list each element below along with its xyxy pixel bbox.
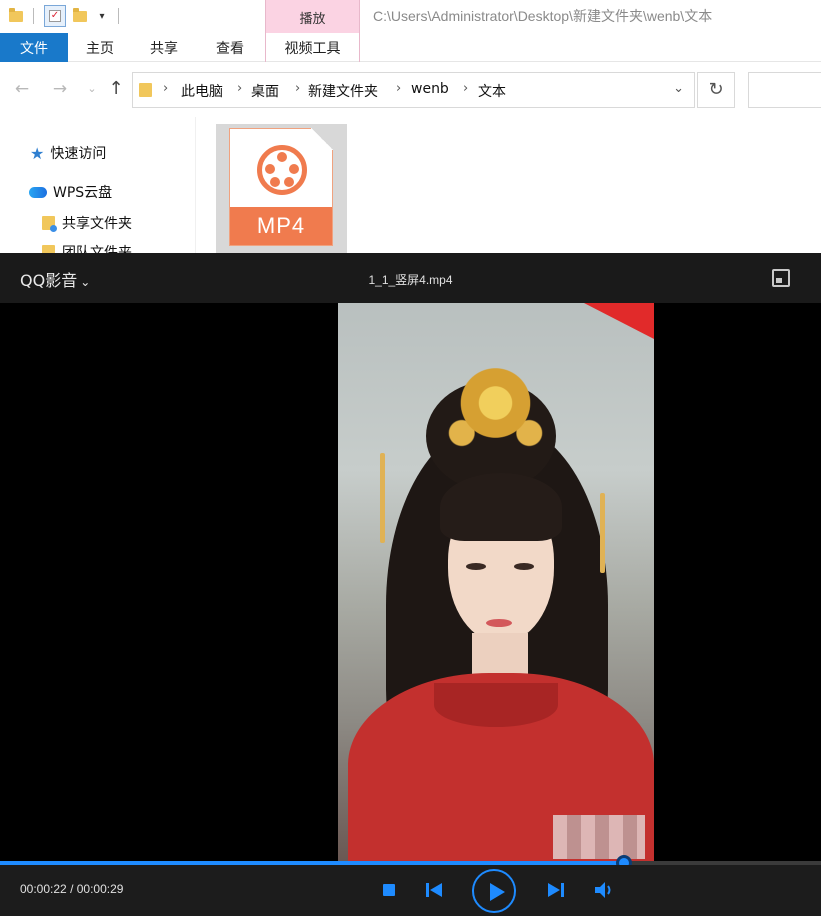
video-lips bbox=[486, 619, 512, 627]
video-background-umbrella bbox=[584, 303, 654, 339]
chevron-right-icon[interactable]: › bbox=[295, 81, 300, 96]
sidebar-item-label: 共享文件夹 bbox=[62, 216, 132, 232]
time-current: 00:00:22 bbox=[20, 882, 67, 896]
chevron-right-icon[interactable]: › bbox=[163, 81, 168, 96]
toolbar-divider bbox=[118, 8, 119, 24]
video-eye bbox=[466, 563, 486, 570]
navigation-bar: ← → ⌄ ↑ › 此电脑 › 桌面 › 新建文件夹 › wenb › 文本 ⌄… bbox=[0, 62, 821, 117]
file-item-mp4[interactable]: MP4 bbox=[216, 124, 347, 254]
video-frame[interactable] bbox=[338, 303, 654, 861]
screen: ✓ ▾ 播放 C:\Users\Administrator\Desktop\新建… bbox=[0, 0, 821, 916]
time-total: 00:00:29 bbox=[76, 882, 124, 896]
tab-home[interactable]: 主页 bbox=[72, 33, 128, 62]
next-button[interactable] bbox=[546, 877, 566, 903]
video-player-window: QQ影音 ⌄ 1_1_竖屏4.mp4 00:00:22 / 00:00:29 bbox=[0, 253, 821, 916]
properties-checkbox-icon[interactable]: ✓ bbox=[43, 5, 67, 27]
playback-time: 00:00:22 / 00:00:29 bbox=[20, 882, 123, 896]
chevron-right-icon[interactable]: › bbox=[237, 81, 242, 96]
video-bangs bbox=[440, 473, 562, 541]
sidebar-item-wps-cloud[interactable]: WPS云盘 bbox=[29, 182, 112, 202]
customize-dropdown-icon[interactable]: ▾ bbox=[95, 6, 109, 26]
mp4-file-icon: MP4 bbox=[229, 128, 333, 246]
video-headdress bbox=[428, 363, 563, 463]
folder-icon[interactable] bbox=[8, 6, 24, 26]
breadcrumb-text[interactable]: 文本 bbox=[478, 81, 506, 101]
tab-video-tools[interactable]: 视频工具 bbox=[265, 33, 360, 62]
time-separator: / bbox=[70, 882, 77, 896]
context-tab-group-play: 播放 bbox=[265, 0, 360, 33]
video-tassel bbox=[380, 453, 385, 543]
volume-icon bbox=[595, 882, 611, 898]
chevron-right-icon[interactable]: › bbox=[396, 81, 401, 96]
video-collar bbox=[434, 683, 558, 727]
player-titlebar: QQ影音 ⌄ 1_1_竖屏4.mp4 bbox=[0, 253, 821, 303]
breadcrumb-wenb[interactable]: wenb bbox=[411, 81, 449, 97]
chevron-down-icon[interactable]: ⌄ bbox=[673, 81, 684, 96]
folder-icon bbox=[42, 216, 57, 232]
breadcrumb-desktop[interactable]: 桌面 bbox=[251, 81, 279, 101]
film-reel-icon bbox=[257, 145, 307, 195]
navigation-pane: ★ 快速访问 WPS云盘 共享文件夹 团队文件夹 bbox=[0, 117, 196, 261]
recent-locations-chevron-icon[interactable]: ⌄ bbox=[82, 79, 102, 99]
play-icon[interactable] bbox=[472, 869, 516, 913]
ribbon-tabs: 文件 主页 共享 查看 视频工具 bbox=[0, 33, 821, 62]
stop-button[interactable] bbox=[380, 877, 398, 903]
breadcrumb-new-folder[interactable]: 新建文件夹 bbox=[308, 81, 378, 101]
window-title-path: C:\Users\Administrator\Desktop\新建文件夹\wen… bbox=[373, 8, 713, 24]
sidebar-item-quick-access[interactable]: ★ 快速访问 bbox=[30, 143, 106, 163]
previous-button[interactable] bbox=[424, 877, 444, 903]
stop-icon bbox=[383, 884, 395, 896]
toolbar-divider bbox=[33, 8, 34, 24]
video-file-title: 1_1_竖屏4.mp4 bbox=[368, 273, 453, 287]
folder-icon bbox=[139, 83, 152, 97]
player-controls: 00:00:22 / 00:00:29 bbox=[0, 865, 821, 916]
quick-access-toolbar: ✓ ▾ bbox=[0, 0, 265, 33]
new-folder-icon[interactable] bbox=[72, 6, 88, 26]
search-input[interactable] bbox=[748, 72, 821, 108]
video-mosaic-watermark bbox=[553, 815, 645, 859]
sidebar-item-label: WPS云盘 bbox=[53, 185, 113, 201]
context-group-label: 播放 bbox=[299, 12, 326, 27]
volume-button[interactable] bbox=[594, 877, 616, 903]
video-eye bbox=[514, 563, 534, 570]
back-arrow-icon[interactable]: ← bbox=[12, 79, 32, 99]
cloud-icon bbox=[29, 186, 47, 198]
breadcrumb-this-pc[interactable]: 此电脑 bbox=[181, 81, 223, 101]
up-arrow-icon[interactable]: ↑ bbox=[106, 79, 126, 99]
file-type-label: MP4 bbox=[230, 207, 332, 245]
sidebar-item-shared-folder[interactable]: 共享文件夹 bbox=[42, 213, 132, 233]
star-icon: ★ bbox=[30, 143, 45, 163]
page-fold bbox=[311, 128, 333, 150]
video-tassel bbox=[600, 493, 605, 573]
tab-file[interactable]: 文件 bbox=[0, 33, 68, 62]
mini-mode-icon[interactable] bbox=[772, 269, 790, 287]
chevron-right-icon[interactable]: › bbox=[463, 81, 468, 96]
next-icon bbox=[548, 883, 564, 897]
forward-arrow-icon[interactable]: → bbox=[50, 79, 70, 99]
address-bar[interactable]: › 此电脑 › 桌面 › 新建文件夹 › wenb › 文本 ⌄ bbox=[132, 72, 695, 108]
sidebar-item-label: 快速访问 bbox=[50, 146, 107, 162]
tab-share[interactable]: 共享 bbox=[136, 33, 192, 62]
refresh-icon[interactable]: ↻ bbox=[697, 72, 735, 108]
previous-icon bbox=[426, 883, 442, 897]
tab-view[interactable]: 查看 bbox=[202, 33, 258, 62]
